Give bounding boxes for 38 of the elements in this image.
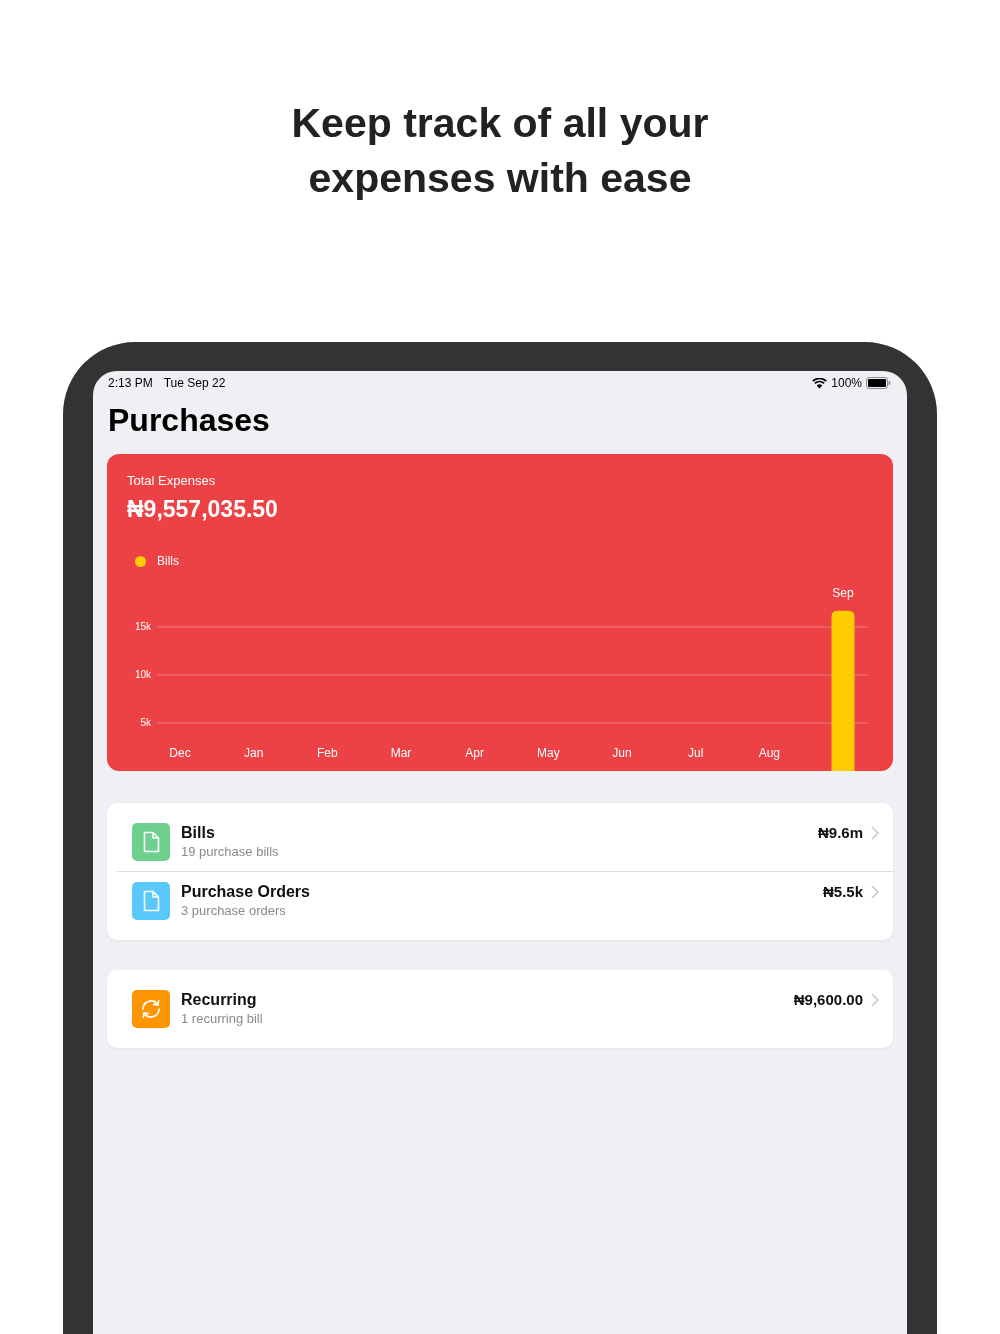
expenses-label: Total Expenses — [127, 472, 216, 490]
month-label: Jul — [688, 746, 704, 761]
month-label: May — [537, 746, 560, 761]
month-label: Feb — [317, 746, 338, 761]
battery-percent: 100% — [831, 375, 862, 392]
list-row[interactable]: Purchase Orders 3 purchase orders ₦5.5k — [117, 871, 893, 930]
month-label: Aug — [758, 746, 780, 761]
month-label: Jun — [612, 746, 632, 761]
row-amount: ₦9,600.00 — [793, 990, 863, 1010]
row-title: Purchase Orders — [181, 882, 310, 902]
row-title: Recurring — [181, 990, 257, 1010]
month-label: Jan — [244, 746, 264, 761]
month-label: Apr — [465, 746, 484, 761]
row-amount: ₦9.6m — [817, 823, 863, 843]
month-label: Sep — [832, 585, 854, 600]
month-label: Mar — [390, 746, 412, 761]
status-time: 2:13 PM — [108, 375, 153, 392]
status-date: Tue Sep 22 — [163, 375, 226, 392]
battery-icon — [866, 377, 891, 389]
expenses-amount: ₦9,557,035.50 — [127, 495, 278, 523]
page-title: Purchases — [108, 401, 270, 440]
row-subtitle: 19 purchase bills — [181, 843, 279, 861]
wifi-icon — [812, 377, 828, 389]
row-subtitle: 1 recurring bill — [181, 1010, 263, 1028]
list-row[interactable]: Recurring 1 recurring bill ₦9,600.00 — [117, 980, 893, 1038]
list-row[interactable]: Bills 19 purchase bills ₦9.6m — [117, 813, 893, 871]
row-subtitle: 3 purchase orders — [181, 902, 286, 920]
row-title: Bills — [181, 823, 215, 843]
month-label: Dec — [169, 746, 191, 761]
headline: Keep track of all your expenses with ease — [290, 99, 710, 203]
row-amount: ₦5.5k — [822, 882, 863, 902]
axis-tick-label: 5k — [140, 716, 151, 728]
axis-tick-label: 15k — [134, 620, 151, 632]
axis-tick-label: 10k — [134, 668, 151, 680]
chevron-icon — [871, 993, 879, 1007]
chevron-icon — [871, 826, 879, 840]
legend-label: Bills — [157, 553, 179, 570]
chevron-icon — [871, 885, 879, 899]
